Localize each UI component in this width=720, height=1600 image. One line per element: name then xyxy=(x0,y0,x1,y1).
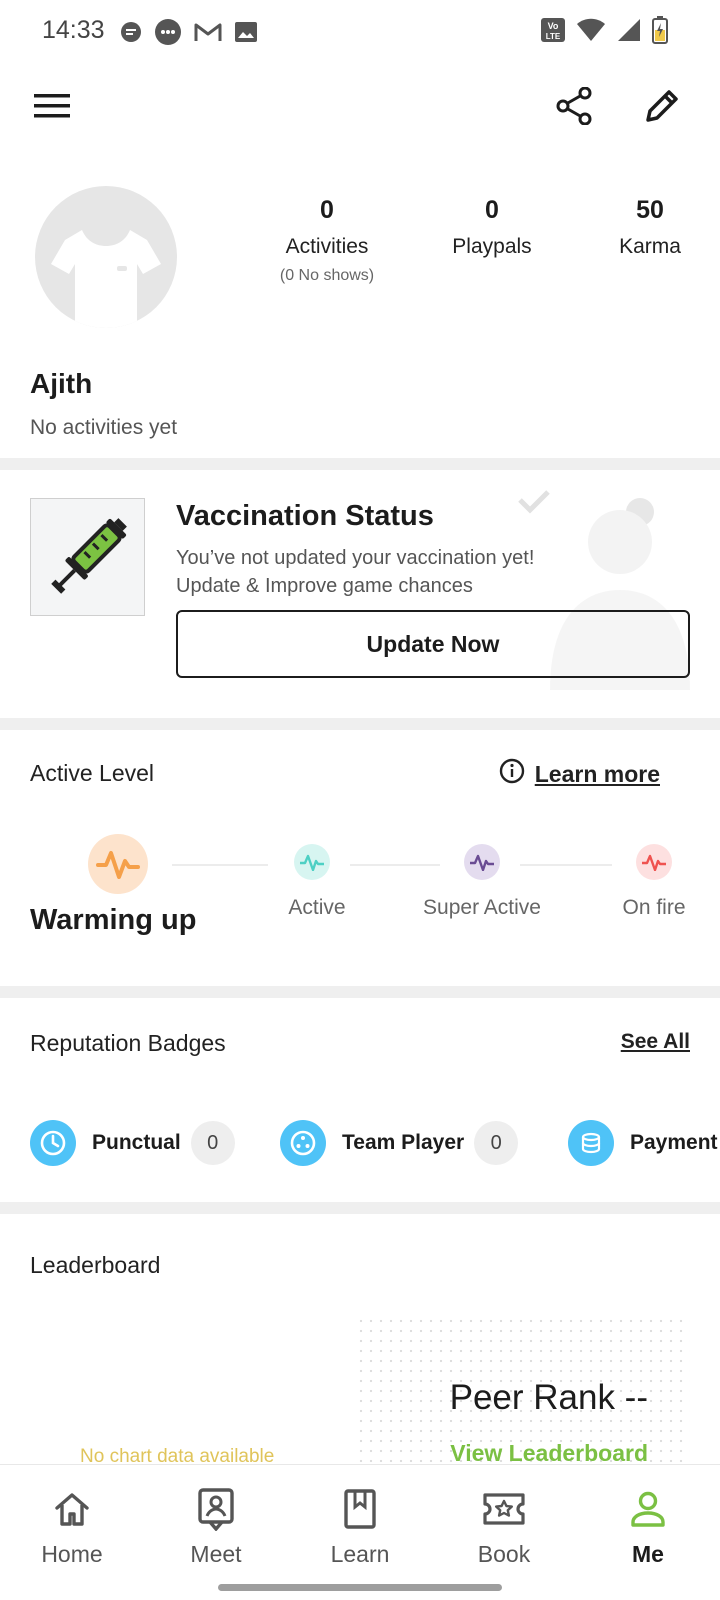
stat-sub: (0 No shows) xyxy=(279,267,375,284)
meet-icon xyxy=(156,1487,276,1531)
nav-item-learn[interactable]: Learn xyxy=(300,1487,420,1568)
notification-icons xyxy=(120,18,258,51)
stat-label: Activities xyxy=(285,235,369,258)
battery-charging-icon xyxy=(652,16,668,49)
stat-activities[interactable]: 0 Activities (0 No shows) xyxy=(262,196,392,285)
top-toolbar xyxy=(0,70,720,142)
wifi-icon xyxy=(576,18,606,47)
badge-team-player[interactable]: Team Player 0 xyxy=(280,1120,519,1166)
nav-label: Meet xyxy=(190,1541,242,1567)
leaderboard-title: Leaderboard xyxy=(30,1252,161,1278)
status-time: 14:33 xyxy=(42,16,105,44)
stat-value: 0 xyxy=(320,196,334,224)
nav-label: Book xyxy=(477,1541,531,1567)
nav-label: Me xyxy=(632,1541,664,1567)
section-divider xyxy=(0,458,720,470)
update-now-button[interactable]: Update Now xyxy=(176,610,690,678)
status-bar: 14:33 Vo LTE xyxy=(0,0,720,62)
vaccination-line-1: You’ve not updated your vaccination yet! xyxy=(176,547,535,569)
stat-label: Playpals xyxy=(452,235,532,258)
badge-punctual[interactable]: Punctual 0 xyxy=(30,1120,235,1166)
team-icon xyxy=(280,1120,326,1166)
level-label-on-fire: On fire xyxy=(622,896,686,919)
nav-label: Home xyxy=(41,1541,103,1567)
home-icon xyxy=(12,1487,132,1531)
share-icon[interactable] xyxy=(552,84,596,128)
view-leaderboard-link[interactable]: View Leaderboard xyxy=(450,1440,648,1467)
active-level-icon xyxy=(294,844,330,880)
badge-label: Punctual xyxy=(92,1131,181,1154)
user-name: Ajith xyxy=(30,368,93,399)
see-all-link[interactable]: See All xyxy=(621,1030,690,1054)
avatar[interactable] xyxy=(35,186,177,328)
badge-count: 0 xyxy=(190,1121,235,1165)
vaccination-card: Vaccination Status You’ve not updated yo… xyxy=(0,470,720,718)
warming-up-icon xyxy=(88,834,148,894)
reputation-badges-title: Reputation Badges xyxy=(30,1030,226,1056)
section-divider xyxy=(0,1202,720,1214)
nav-item-home[interactable]: Home xyxy=(12,1487,132,1568)
message-icon xyxy=(120,21,142,48)
vaccination-title: Vaccination Status xyxy=(176,500,434,532)
coins-icon xyxy=(568,1120,614,1166)
svg-text:Vo: Vo xyxy=(548,21,559,31)
on-fire-level-icon xyxy=(636,844,672,880)
tshirt-icon xyxy=(51,230,161,328)
learn-more-label: Learn more xyxy=(534,760,660,787)
nav-item-meet[interactable]: Meet xyxy=(156,1487,276,1568)
learn-icon xyxy=(300,1487,420,1531)
vaccination-description: You’ve not updated your vaccination yet!… xyxy=(176,544,616,600)
info-icon xyxy=(499,758,525,790)
super-active-level-icon xyxy=(464,844,500,880)
peer-rank: Peer Rank -- xyxy=(449,1378,648,1417)
image-icon xyxy=(234,21,258,48)
syringe-icon xyxy=(50,518,127,594)
chat-icon xyxy=(154,18,182,51)
gmail-icon xyxy=(194,21,222,48)
section-divider xyxy=(0,986,720,998)
section-divider xyxy=(0,718,720,730)
stat-value: 50 xyxy=(636,196,664,224)
badge-payment[interactable]: Payment xyxy=(568,1120,718,1166)
clock-icon xyxy=(30,1120,76,1166)
badge-count: 0 xyxy=(474,1121,519,1165)
stat-value: 0 xyxy=(485,196,499,224)
bottom-navigation: Home Meet Learn Book Me xyxy=(0,1464,720,1600)
vaccine-thumbnail xyxy=(30,498,145,616)
level-label-active: Active xyxy=(288,896,346,919)
stat-playpals[interactable]: 0 Playpals xyxy=(432,196,552,259)
stat-label: Karma xyxy=(619,235,681,258)
current-level-label: Warming up xyxy=(30,904,197,936)
badge-label: Team Player xyxy=(342,1131,465,1154)
learn-more-link[interactable]: Learn more xyxy=(499,758,660,790)
signal-icon xyxy=(616,18,642,47)
vaccination-line-2: Update & Improve game chances xyxy=(176,575,473,597)
stat-karma[interactable]: 50 Karma xyxy=(600,196,700,259)
level-connector xyxy=(350,864,440,866)
level-label-super-active: Super Active xyxy=(423,896,541,919)
badge-label: Payment xyxy=(630,1131,718,1154)
active-level-title: Active Level xyxy=(30,760,155,786)
me-icon xyxy=(588,1487,708,1531)
volte-icon: Vo LTE xyxy=(540,17,566,48)
level-connector xyxy=(172,864,268,866)
nav-item-me[interactable]: Me xyxy=(588,1487,708,1568)
svg-text:LTE: LTE xyxy=(546,32,561,41)
book-icon xyxy=(444,1487,564,1531)
level-connector xyxy=(520,864,612,866)
system-icons: Vo LTE xyxy=(540,16,668,49)
edit-icon[interactable] xyxy=(640,84,684,128)
home-indicator[interactable] xyxy=(218,1584,502,1591)
menu-icon[interactable] xyxy=(30,84,74,128)
nav-label: Learn xyxy=(330,1541,390,1567)
nav-item-book[interactable]: Book xyxy=(444,1487,564,1568)
user-subtitle: No activities yet xyxy=(30,416,178,439)
